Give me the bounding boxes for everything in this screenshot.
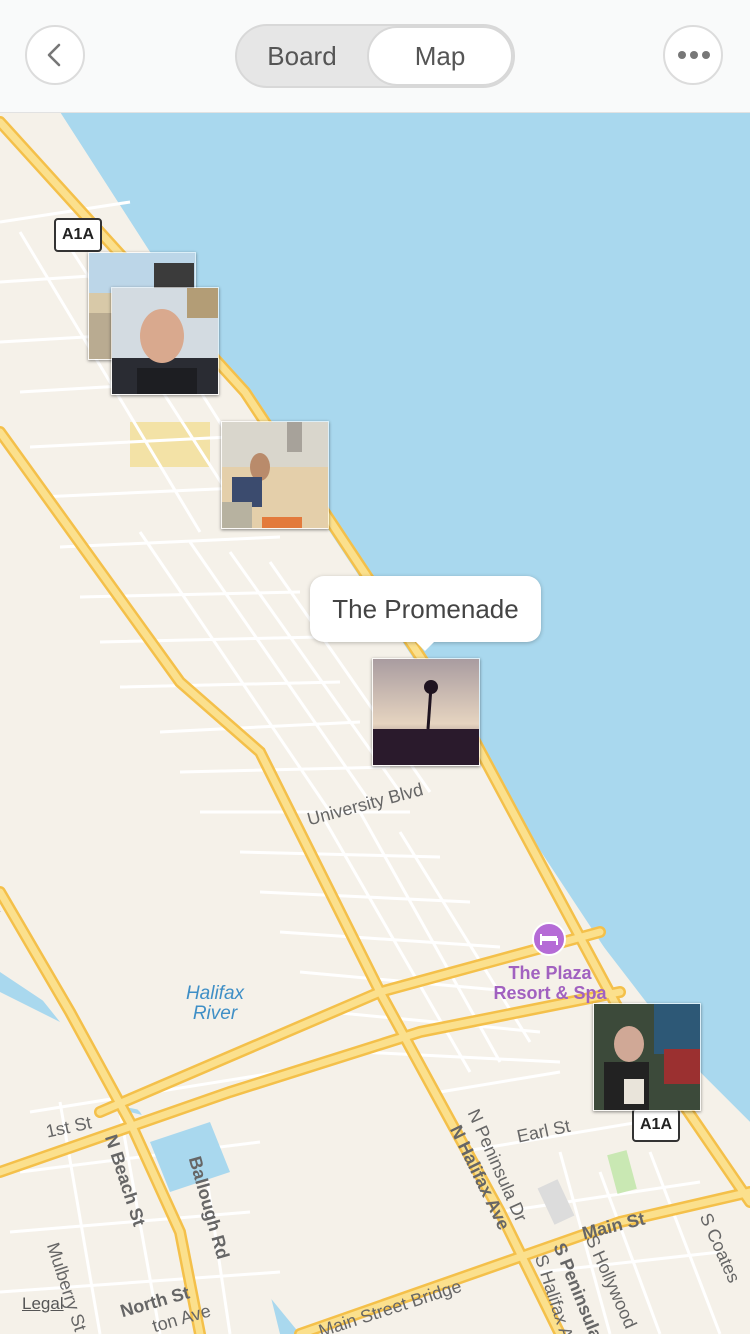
- photo-pin-beach-bike[interactable]: [221, 421, 329, 529]
- poi-name-line2: Resort & Spa: [493, 983, 607, 1003]
- photo-pin-friends-drinks[interactable]: [593, 1003, 701, 1111]
- app-screen: Board Map A1A A1A The Promenade The Plaz…: [0, 0, 750, 1334]
- map-view[interactable]: A1A A1A The Promenade The Plaza Resort &…: [0, 112, 750, 1334]
- route-shield-a1a: A1A: [632, 1108, 680, 1142]
- place-callout[interactable]: The Promenade: [310, 576, 541, 651]
- back-button[interactable]: [25, 25, 85, 85]
- tab-board[interactable]: Board: [237, 26, 367, 86]
- tab-map[interactable]: Map: [367, 26, 513, 86]
- poi-label[interactable]: The Plaza Resort & Spa: [480, 963, 620, 1003]
- water-label: Halifax River: [170, 984, 260, 1024]
- view-segmented-control: Board Map: [235, 24, 515, 88]
- hotel-bed-icon[interactable]: [532, 922, 566, 956]
- route-shield-a1a: A1A: [54, 218, 102, 252]
- top-bar: Board Map: [0, 0, 750, 113]
- more-button[interactable]: [663, 25, 723, 85]
- legal-link[interactable]: Legal: [22, 1294, 64, 1314]
- callout-label: The Promenade: [332, 594, 519, 624]
- photo-pin-palm-sunset[interactable]: [372, 658, 480, 766]
- poi-name-line1: The Plaza: [508, 963, 592, 983]
- photo-pin-man-portrait[interactable]: [111, 287, 219, 395]
- water-label-line1: Halifax: [185, 983, 245, 1004]
- water-label-line2: River: [192, 1003, 238, 1024]
